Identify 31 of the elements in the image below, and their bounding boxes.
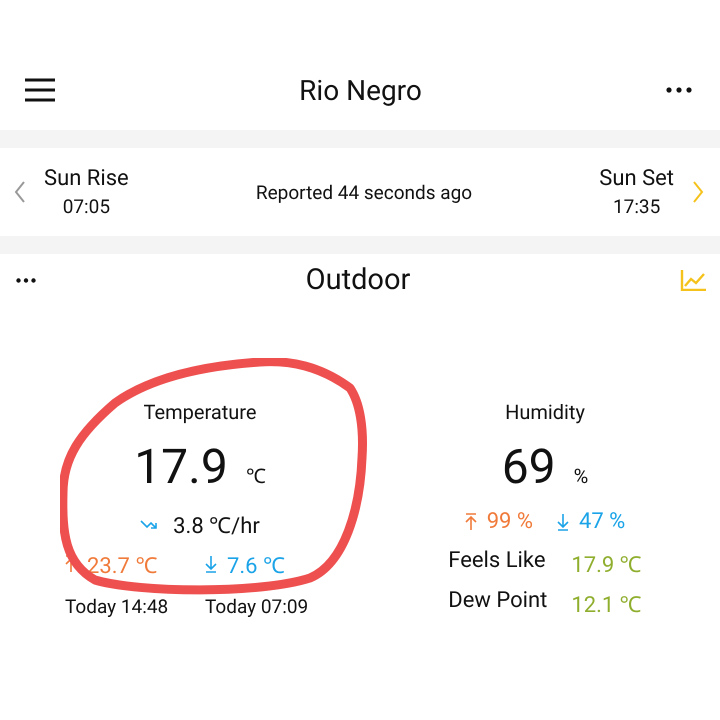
sunset-label: Sun Set [599,166,674,191]
low-time: Today 07:09 [205,595,310,618]
sunset-time: 17:35 [612,195,660,218]
more-icon[interactable] [16,278,36,282]
app-title: Rio Negro [299,74,422,106]
temperature-value: 17.9 [134,438,228,495]
sunrise-label: Sun Rise [44,166,129,191]
report-time: Reported 44 seconds ago [254,180,474,204]
low-value: 47 % [579,509,626,534]
detail-label: Feels Like [448,548,547,575]
section-title: Outdoor [306,263,410,297]
detail-label: Dew Point [448,588,548,615]
unit-label: ℃ [246,463,266,489]
unit-label: % [574,464,588,488]
chevron-left-icon[interactable] [14,181,26,203]
metric-label: Temperature [144,400,256,424]
rate-value: 3.8 ℃/hr [173,513,260,539]
more-icon[interactable] [666,87,692,93]
sunrise-time: 07:05 [62,195,110,218]
humidity-value: 69 [502,438,556,495]
low-value: 7.6 ℃ [227,553,285,579]
arrow-down-icon [557,512,569,530]
arrow-down-icon [205,555,217,573]
metric-label: Humidity [505,400,585,424]
high-value: 23.7 ℃ [87,553,158,579]
high-value: 99 % [486,509,533,534]
detail-value: 17.9 ℃ [571,552,642,578]
arrow-up-icon [464,512,477,530]
high-time: Today 14:48 [65,595,170,618]
detail-value: 12.1 ℃ [571,592,642,618]
menu-icon[interactable] [25,78,55,102]
